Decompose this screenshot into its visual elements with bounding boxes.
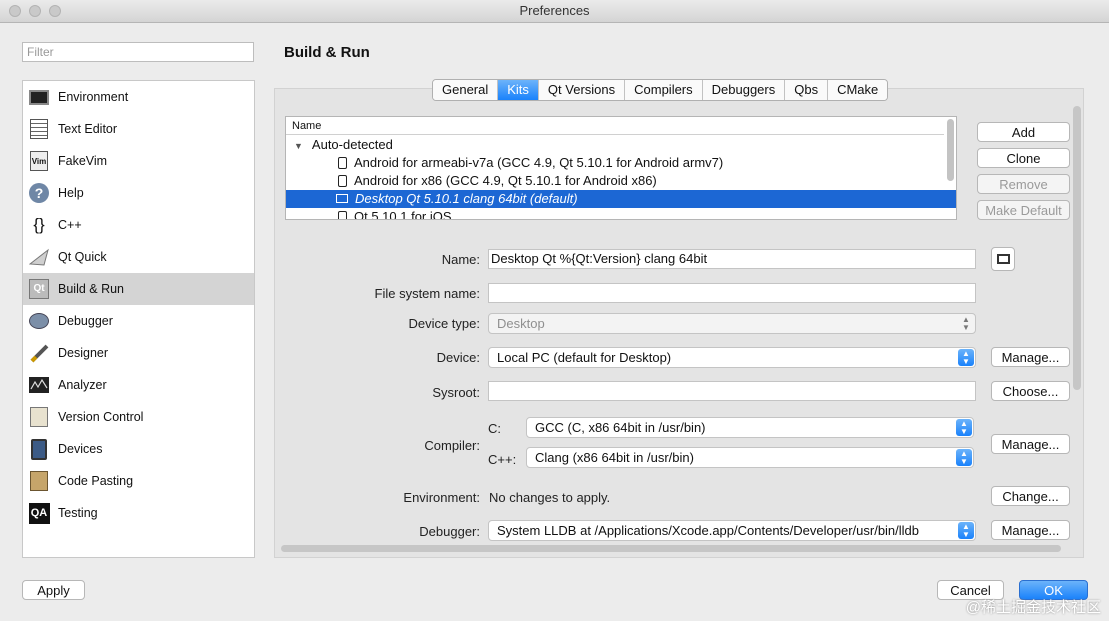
kit-row[interactable]: Android for x86 (GCC 4.9, Qt 5.10.1 for … bbox=[286, 172, 956, 190]
kit-name-field[interactable]: Desktop Qt %{Qt:Version} clang 64bit bbox=[488, 249, 976, 269]
apply-button[interactable]: Apply bbox=[22, 580, 85, 600]
kit-row[interactable]: Qt 5.10.1 for iOS bbox=[286, 208, 956, 219]
choose-sysroot-button[interactable]: Choose... bbox=[991, 381, 1070, 401]
device-type-select[interactable]: Desktop ▲ ▼ bbox=[488, 313, 976, 334]
build-run-icon: Qt bbox=[28, 278, 50, 300]
sidebar-item-analyzer[interactable]: Analyzer bbox=[23, 369, 254, 401]
sidebar-item-version-control[interactable]: Version Control bbox=[23, 401, 254, 433]
device-type-label: Device type: bbox=[408, 316, 480, 331]
title-bar: Preferences bbox=[0, 0, 1109, 23]
fakevim-icon: Vim bbox=[28, 150, 50, 172]
zoom-window-icon[interactable] bbox=[49, 5, 61, 17]
watermark: @稀土掘金技术社区 bbox=[965, 599, 1101, 616]
add-kit-button[interactable]: Add bbox=[977, 122, 1070, 142]
sidebar-item-build-run[interactable]: Qt Build & Run bbox=[23, 273, 254, 305]
close-window-icon[interactable] bbox=[9, 5, 21, 17]
kits-scrollbar[interactable] bbox=[947, 119, 954, 181]
panel-horizontal-scrollbar[interactable] bbox=[281, 545, 1061, 552]
text-editor-icon bbox=[28, 118, 50, 140]
tab-general[interactable]: General bbox=[433, 80, 499, 100]
name-label: Name: bbox=[441, 252, 480, 267]
environment-icon bbox=[28, 86, 50, 108]
mobile-device-icon bbox=[338, 156, 347, 169]
debugger-icon bbox=[28, 310, 50, 332]
designer-icon bbox=[28, 342, 50, 364]
debugger-select[interactable]: System LLDB at /Applications/Xcode.app/C… bbox=[488, 520, 976, 541]
device-select[interactable]: Local PC (default for Desktop) ▲ ▼ bbox=[488, 347, 976, 368]
make-default-button[interactable]: Make Default bbox=[977, 200, 1070, 220]
page-title: Build & Run bbox=[284, 44, 370, 61]
file-system-name-label: File system name: bbox=[374, 286, 480, 301]
clone-kit-button[interactable]: Clone bbox=[977, 148, 1070, 168]
kit-row-selected[interactable]: Desktop Qt 5.10.1 clang 64bit (default) bbox=[286, 190, 956, 208]
chevron-updown-icon: ▲ ▼ bbox=[956, 419, 972, 436]
tab-bar: General Kits Qt Versions Compilers Debug… bbox=[432, 79, 889, 101]
kits-group-auto-detected[interactable]: ▼ Auto-detected bbox=[286, 136, 950, 154]
remove-kit-button[interactable]: Remove bbox=[977, 174, 1070, 194]
desktop-icon bbox=[996, 254, 1010, 264]
cpp-icon: {} bbox=[33, 215, 45, 234]
device-label: Device: bbox=[436, 350, 480, 365]
sidebar-item-testing[interactable]: QA Testing bbox=[23, 497, 254, 529]
expand-triangle-icon[interactable]: ▼ bbox=[294, 141, 303, 151]
cpp-compiler-select[interactable]: Clang (x86 64bit in /usr/bin) ▲ ▼ bbox=[526, 447, 974, 468]
sidebar-item-fakevim[interactable]: Vim FakeVim bbox=[23, 145, 254, 177]
sidebar-item-help[interactable]: ? Help bbox=[23, 177, 254, 209]
compiler-label: Compiler: bbox=[424, 438, 480, 453]
sidebar-item-code-pasting[interactable]: Code Pasting bbox=[23, 465, 254, 497]
cpp-compiler-label: C++: bbox=[488, 452, 517, 467]
sysroot-field[interactable] bbox=[488, 381, 976, 401]
version-control-icon bbox=[28, 406, 50, 428]
minimize-window-icon[interactable] bbox=[29, 5, 41, 17]
sidebar-item-text-editor[interactable]: Text Editor bbox=[23, 113, 254, 145]
manage-compiler-button[interactable]: Manage... bbox=[991, 434, 1070, 454]
qt-quick-icon bbox=[28, 246, 50, 268]
mobile-device-icon bbox=[338, 210, 347, 219]
sidebar: Environment Text Editor Vim FakeVim ? He… bbox=[22, 80, 255, 558]
desktop-icon bbox=[336, 194, 348, 204]
c-compiler-select[interactable]: GCC (C, x86 64bit in /usr/bin) ▲ ▼ bbox=[526, 417, 974, 438]
kit-row[interactable]: Android for armeabi-v7a (GCC 4.9, Qt 5.1… bbox=[286, 154, 956, 172]
devices-icon bbox=[28, 438, 50, 460]
window-title: Preferences bbox=[519, 3, 590, 18]
sidebar-item-qt-quick[interactable]: Qt Quick bbox=[23, 241, 254, 273]
sidebar-item-debugger[interactable]: Debugger bbox=[23, 305, 254, 337]
manage-device-button[interactable]: Manage... bbox=[991, 347, 1070, 367]
environment-value: No changes to apply. bbox=[489, 490, 611, 505]
mobile-device-icon bbox=[338, 174, 347, 187]
chevron-updown-icon: ▲ ▼ bbox=[958, 522, 974, 539]
tab-debuggers[interactable]: Debuggers bbox=[702, 80, 786, 100]
tab-cmake[interactable]: CMake bbox=[828, 80, 888, 100]
filter-input[interactable] bbox=[22, 42, 254, 62]
chevron-updown-icon: ▲ ▼ bbox=[962, 315, 970, 332]
panel-vertical-scrollbar[interactable] bbox=[1073, 106, 1081, 390]
file-system-name-field[interactable] bbox=[488, 283, 976, 303]
code-pasting-icon bbox=[28, 470, 50, 492]
analyzer-icon bbox=[28, 374, 50, 396]
sidebar-item-devices[interactable]: Devices bbox=[23, 433, 254, 465]
kits-column-header[interactable]: Name bbox=[286, 117, 944, 135]
debugger-label: Debugger: bbox=[419, 524, 480, 539]
sidebar-item-environment[interactable]: Environment bbox=[23, 81, 254, 113]
tab-qt-versions[interactable]: Qt Versions bbox=[538, 80, 626, 100]
help-icon: ? bbox=[28, 182, 50, 204]
chevron-updown-icon: ▲ ▼ bbox=[956, 449, 972, 466]
tab-compilers[interactable]: Compilers bbox=[625, 80, 703, 100]
tab-qbs[interactable]: Qbs bbox=[785, 80, 829, 100]
change-environment-button[interactable]: Change... bbox=[991, 486, 1070, 506]
sidebar-item-designer[interactable]: Designer bbox=[23, 337, 254, 369]
sidebar-item-cpp[interactable]: {} C++ bbox=[23, 209, 254, 241]
tab-kits[interactable]: Kits bbox=[498, 80, 539, 100]
environment-label: Environment: bbox=[403, 490, 480, 505]
kits-tree[interactable]: Name ▼ Auto-detected Android for armeabi-… bbox=[285, 116, 957, 220]
c-compiler-label: C: bbox=[488, 421, 501, 436]
manage-debugger-button[interactable]: Manage... bbox=[991, 520, 1070, 540]
sysroot-label: Sysroot: bbox=[432, 385, 480, 400]
chevron-updown-icon: ▲ ▼ bbox=[958, 349, 974, 366]
testing-icon: QA bbox=[28, 502, 50, 524]
kit-icon-button[interactable] bbox=[991, 247, 1015, 271]
